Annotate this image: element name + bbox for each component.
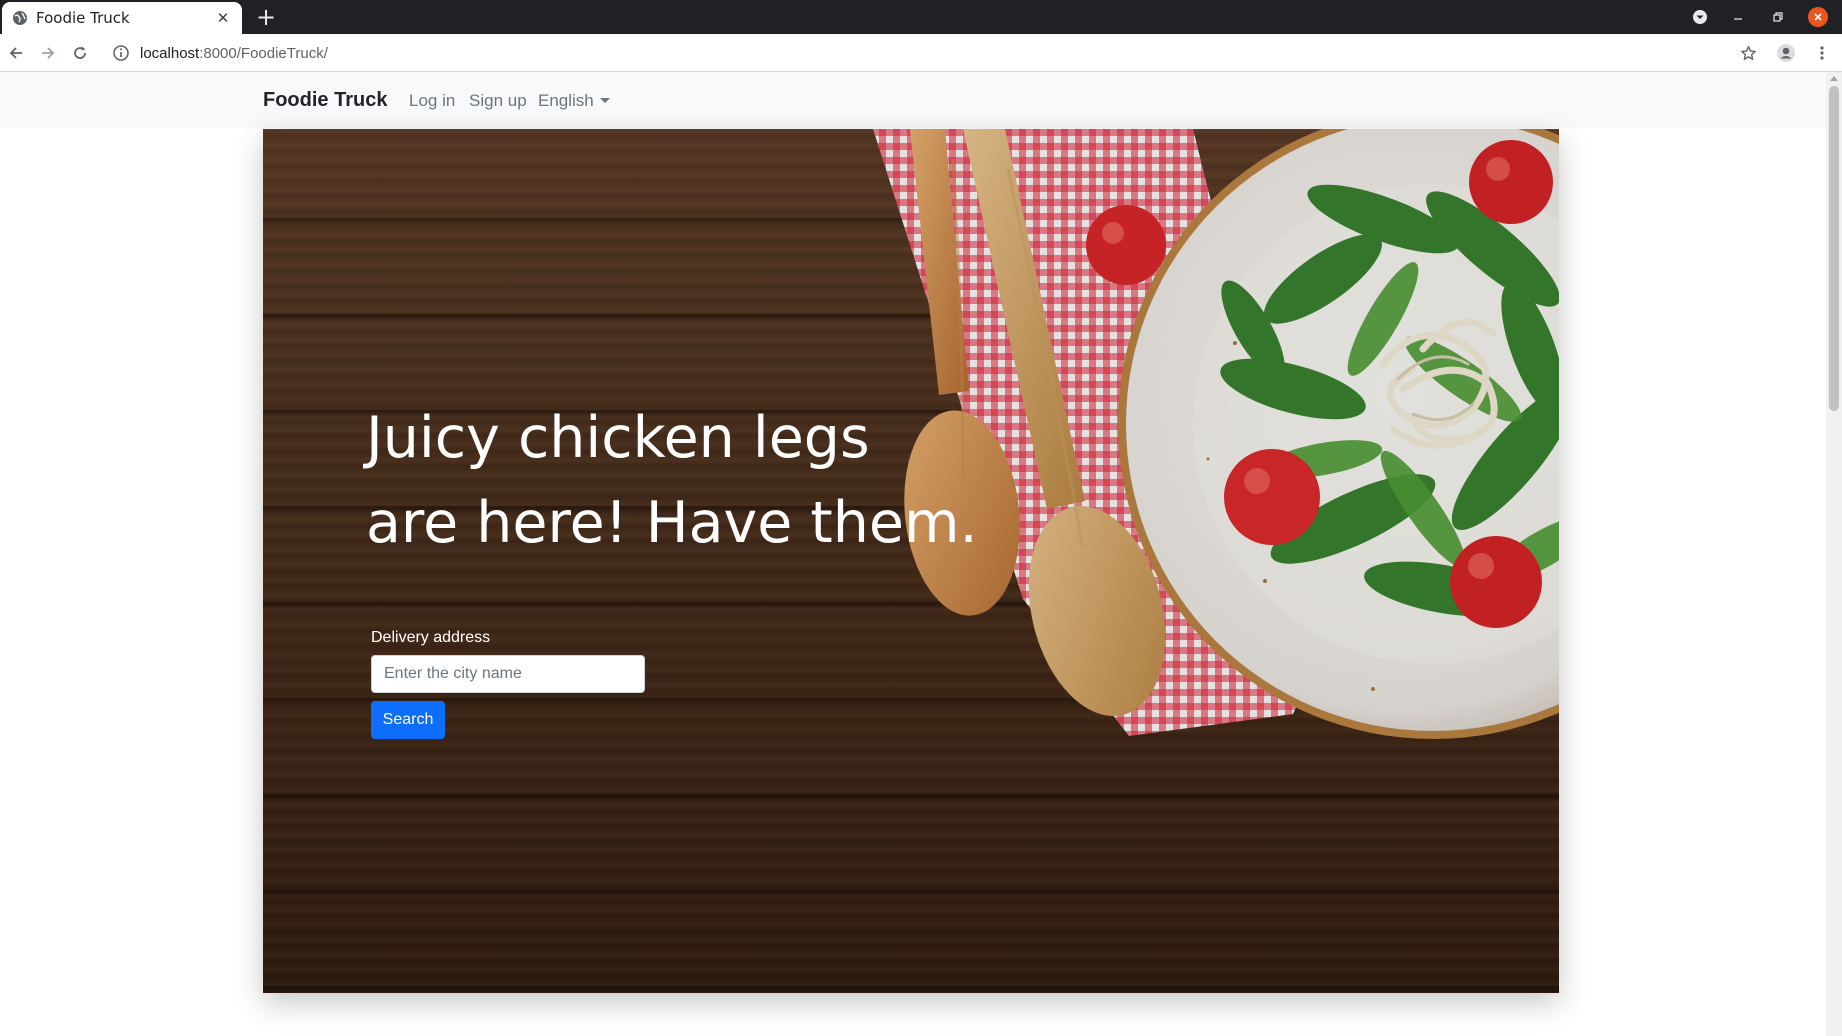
nav-signup-link[interactable]: Sign up — [469, 91, 527, 111]
plus-icon[interactable]: + — [252, 3, 280, 31]
back-arrow-icon[interactable] — [6, 43, 26, 63]
address-bar[interactable]: localhost:8000/FoodieTruck/ — [104, 37, 1744, 69]
headline-line-1: Juicy chicken legs — [366, 405, 870, 471]
language-dropdown[interactable]: English — [538, 91, 610, 111]
brand-logo-link[interactable]: Foodie Truck — [263, 89, 387, 112]
page-scrollbar[interactable] — [1826, 72, 1842, 1036]
scroll-up-arrow-icon[interactable] — [1830, 76, 1838, 81]
language-label: English — [538, 91, 594, 110]
kebab-menu-icon[interactable] — [1812, 43, 1832, 63]
tab-title: Foodie Truck — [36, 9, 130, 27]
page-viewport: Foodie Truck Log in Sign up English Juic… — [0, 72, 1842, 1036]
scrollbar-thumb[interactable] — [1829, 86, 1839, 411]
tab-search-icon[interactable] — [1690, 7, 1710, 27]
forward-arrow-icon[interactable] — [38, 43, 58, 63]
chevron-down-icon — [599, 98, 610, 103]
browser-toolbar: localhost:8000/FoodieTruck/ — [0, 34, 1842, 72]
url-text[interactable]: localhost:8000/FoodieTruck/ — [140, 45, 328, 62]
headline-line-2: are here! Have them. — [366, 490, 978, 556]
globe-icon — [13, 11, 27, 25]
reload-icon[interactable] — [70, 43, 90, 63]
nav-login-link[interactable]: Log in — [409, 91, 455, 111]
city-search-input[interactable] — [371, 655, 645, 693]
restore-icon[interactable] — [1768, 7, 1788, 27]
info-icon[interactable] — [112, 44, 130, 62]
browser-tabstrip: Foodie Truck ✕ + — [0, 0, 1842, 34]
profile-icon[interactable] — [1776, 43, 1796, 63]
delivery-address-label: Delivery address — [371, 629, 491, 646]
star-icon[interactable] — [1738, 43, 1758, 63]
hero-headline: Juicy chicken legs are here! Have them. — [366, 396, 986, 566]
window-close-icon[interactable] — [1808, 7, 1828, 27]
url-path: :8000/FoodieTruck/ — [199, 44, 328, 62]
close-icon[interactable]: ✕ — [214, 9, 232, 27]
browser-tab[interactable]: Foodie Truck ✕ — [2, 2, 242, 34]
hero-banner: Juicy chicken legs are here! Have them. D… — [263, 129, 1559, 993]
site-navbar: Foodie Truck Log in Sign up English — [0, 72, 1826, 128]
url-host: localhost — [140, 44, 200, 62]
search-button[interactable]: Search — [371, 701, 445, 739]
minimize-icon[interactable] — [1728, 7, 1748, 27]
